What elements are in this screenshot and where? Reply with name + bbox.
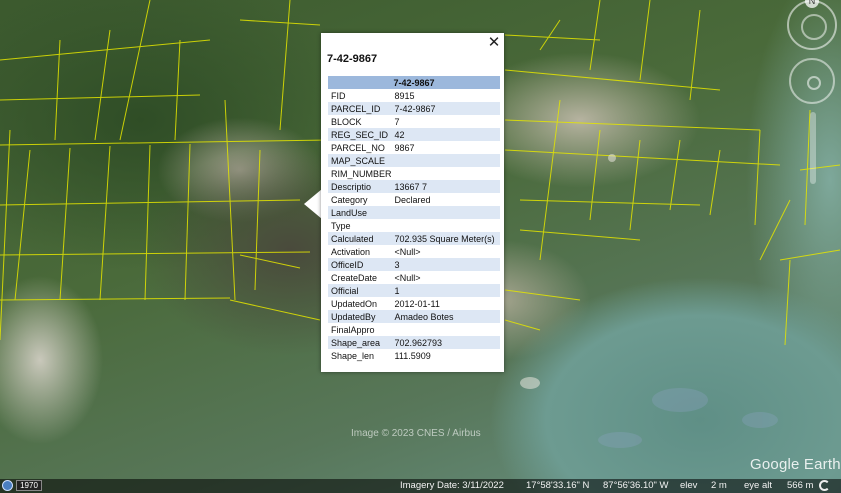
attribute-row: MAP_SCALE [328, 154, 500, 167]
attribute-row: PARCEL_ID 7-42-9867 [328, 102, 500, 115]
attribute-value: 42 [391, 128, 500, 141]
attribute-key: RIM_NUMBER [331, 168, 392, 179]
attribute-row: FID 8915 [328, 89, 500, 102]
attribute-key: Descriptio [328, 180, 392, 193]
attribute-key: Official [328, 284, 392, 297]
year-badge[interactable]: 1970 [16, 480, 42, 491]
attribute-value [391, 154, 500, 167]
popup-pointer [304, 189, 322, 219]
attribute-value: 2012-01-11 [394, 298, 440, 309]
attribute-value: 8915 [394, 90, 415, 101]
attribute-row: REG_SEC_ID 42 [328, 128, 500, 141]
attribute-value: 7 [394, 116, 400, 127]
attribute-row: CreateDate <Null> [328, 271, 500, 284]
attribute-key: Shape_len [331, 350, 375, 361]
attribute-value: <Null> [394, 272, 421, 283]
attribute-row: OfficeID 3 [328, 258, 500, 271]
eye-alt-label: eye alt [744, 480, 772, 491]
attribute-key: LandUse [328, 206, 392, 219]
attribute-row: UpdatedOn 2012-01-11 [328, 297, 500, 310]
attribute-row: Type [328, 219, 500, 232]
look-joystick-icon[interactable] [789, 58, 835, 104]
attribute-value [392, 323, 500, 336]
attribute-row: UpdatedBy Amadeo Botes [328, 310, 500, 323]
streaming-icon [819, 480, 830, 491]
attribute-row: Official 1 [328, 284, 500, 297]
longitude-readout: 87°56'36.10" W [603, 480, 669, 491]
attribute-key: OfficeID [328, 258, 392, 271]
status-bar: 1970 Imagery Date: 3/11/2022 17°58'33.16… [0, 479, 841, 493]
latitude-readout: 17°58'33.16" N [526, 480, 590, 491]
attribute-key: MAP_SCALE [328, 154, 392, 167]
attribute-value: 9867 [394, 142, 415, 153]
attribute-key: Calculated [328, 232, 392, 245]
popup-title: 7-42-9867 [327, 53, 378, 65]
attribute-value [391, 206, 500, 219]
attribute-key: FinalAppro [331, 324, 375, 335]
attribute-key: UpdatedOn [331, 298, 378, 309]
elevation-label: elev [680, 480, 698, 491]
attribute-value: 7-42-9867 [391, 102, 500, 115]
compass-north-label: N [805, 0, 819, 8]
attribute-key: PARCEL_NO [331, 142, 385, 153]
attribute-row: LandUse [328, 206, 500, 219]
attribute-key: Shape_area [328, 336, 392, 349]
attribute-row: Activation <Null> [328, 245, 500, 258]
attribute-value: 702.935 Square Meter(s) [391, 232, 500, 245]
attribute-key: CreateDate [331, 272, 378, 283]
attribute-value: 111.5909 [394, 350, 431, 361]
attribute-row: Shape_area 702.962793 [328, 336, 500, 349]
attribute-table-header: 7-42-9867 [328, 76, 500, 89]
eye-alt-value: 566 m [787, 480, 814, 491]
attribute-key: PARCEL_ID [328, 102, 392, 115]
joystick-dot [807, 76, 821, 90]
zoom-slider[interactable] [810, 112, 816, 184]
attribute-row: Shape_len 111.5909 [328, 349, 500, 362]
attribute-value: <Null> [394, 246, 421, 257]
attribute-row: FinalAppro [328, 323, 500, 336]
attribute-value: 702.962793 [391, 336, 500, 349]
attribute-key: REG_SEC_ID [328, 128, 392, 141]
elevation-value: 2 m [711, 480, 727, 491]
attribute-key: Category [331, 194, 368, 205]
attribute-key: FID [331, 90, 346, 101]
attribute-key: UpdatedBy [328, 310, 392, 323]
attribute-row: BLOCK 7 [328, 115, 500, 128]
imagery-copyright: Image © 2023 CNES / Airbus [351, 428, 481, 439]
compass-icon[interactable]: N [787, 0, 837, 50]
feature-info-popup: ✕ 7-42-9867 7-42-9867 FID 8915 PARCEL_ID 7-… [321, 33, 504, 372]
attribute-key: Type [331, 220, 351, 231]
compass-ring [801, 14, 827, 40]
attribute-value: Declared [394, 194, 431, 205]
attribute-row: RIM_NUMBER [328, 167, 500, 180]
attribute-value: 3 [391, 258, 500, 271]
close-icon[interactable]: ✕ [486, 35, 502, 51]
attribute-table: 7-42-9867 FID 8915 PARCEL_ID 7-42-9867 BLOCK… [328, 76, 500, 362]
imagery-date: Imagery Date: 3/11/2022 [400, 480, 504, 491]
attribute-value: Amadeo Botes [391, 310, 500, 323]
historical-imagery-icon[interactable] [2, 480, 13, 491]
attribute-value: 1 [391, 284, 500, 297]
attribute-row: Category Declared [328, 193, 500, 206]
attribute-key: Activation [331, 246, 371, 257]
attribute-key: BLOCK [331, 116, 362, 127]
attribute-row: Calculated 702.935 Square Meter(s) [328, 232, 500, 245]
google-earth-logo: Google Earth [750, 456, 841, 473]
attribute-row: Descriptio 13667 7 [328, 180, 500, 193]
attribute-value: 13667 7 [391, 180, 500, 193]
attribute-value [392, 219, 500, 232]
attribute-row: PARCEL_NO 9867 [328, 141, 500, 154]
attribute-value [392, 167, 500, 180]
